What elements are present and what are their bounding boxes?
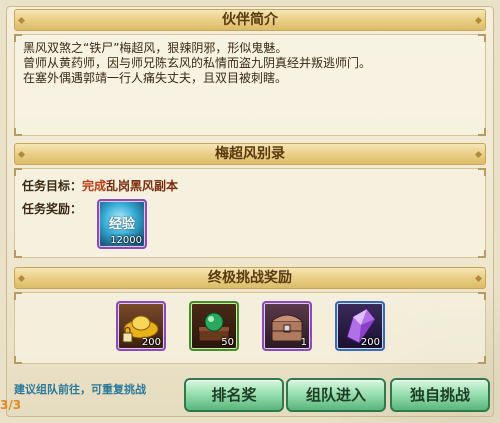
- ultimate-item-qty: 1: [300, 337, 307, 348]
- task-status: 完成: [82, 179, 107, 193]
- ultimate-item-purple-crystal[interactable]: 200: [335, 301, 385, 351]
- team-enter-button[interactable]: 组队进入: [286, 378, 386, 412]
- ultimate-item-treasure-chest[interactable]: 1: [262, 301, 312, 351]
- panel-corner: [478, 356, 486, 364]
- task-target: 乱岗黑风副本: [106, 179, 179, 193]
- ultimate-panel: [14, 292, 486, 364]
- bio-line: 黑风双煞之“铁尸”梅超风，狠辣阴邪，形似鬼魅。: [23, 41, 288, 55]
- reward-item-experience[interactable]: 经验 12000: [97, 199, 147, 249]
- partner-bio: 黑风双煞之“铁尸”梅超风，狠辣阴邪，形似鬼魅。 曾师从黄药师，因与师兄陈玄风的私…: [15, 35, 485, 92]
- section-header-ultimate: 终极挑战奖励: [14, 267, 486, 289]
- reward-qty: 12000: [110, 235, 142, 246]
- panel-corner: [14, 356, 22, 364]
- page-counter: 3/3: [0, 398, 22, 412]
- panel-corner: [14, 292, 22, 300]
- section-header-record: 梅超风别录: [14, 143, 486, 165]
- partner-intro-panel: 黑风双煞之“铁尸”梅超风，狠辣阴邪，形似鬼魅。 曾师从黄药师，因与师兄陈玄风的私…: [14, 34, 486, 136]
- bio-line: 在塞外偶遇郭靖一行人痛失丈夫，且双目被刺瞎。: [23, 71, 288, 85]
- task-reward-label: 任务奖励：: [22, 202, 83, 216]
- task-goal-label: 任务目标：: [22, 179, 83, 193]
- panel-corner: [478, 292, 486, 300]
- panel-corner: [14, 250, 22, 258]
- ultimate-item-gold-ingot[interactable]: 200: [116, 301, 166, 351]
- panel-corner: [14, 168, 22, 176]
- panel-corner: [478, 168, 486, 176]
- ultimate-item-qty: 50: [221, 337, 234, 348]
- task-goal-row: 任务目标：完成乱岗黑风副本: [22, 177, 178, 194]
- panel-corner: [478, 250, 486, 258]
- panel-corner: [478, 128, 486, 136]
- ultimate-item-qty: 200: [141, 337, 161, 348]
- ultimate-item-jade-orb[interactable]: 50: [189, 301, 239, 351]
- panel-corner: [478, 34, 486, 42]
- experience-orb-icon: 经验: [108, 217, 135, 232]
- team-hint: 建议组队前往，可重复挑战: [14, 383, 146, 396]
- panel-corner: [14, 34, 22, 42]
- bio-line: 曾师从黄药师，因与师兄陈玄风的私情而盗九阴真经并叛逃师门。: [23, 56, 372, 70]
- rank-reward-button[interactable]: 排名奖: [184, 378, 284, 412]
- section-header-partner-intro: 伙伴简介: [14, 9, 486, 31]
- ultimate-item-qty: 200: [360, 337, 380, 348]
- panel-corner: [14, 128, 22, 136]
- solo-challenge-button[interactable]: 独自挑战: [390, 378, 490, 412]
